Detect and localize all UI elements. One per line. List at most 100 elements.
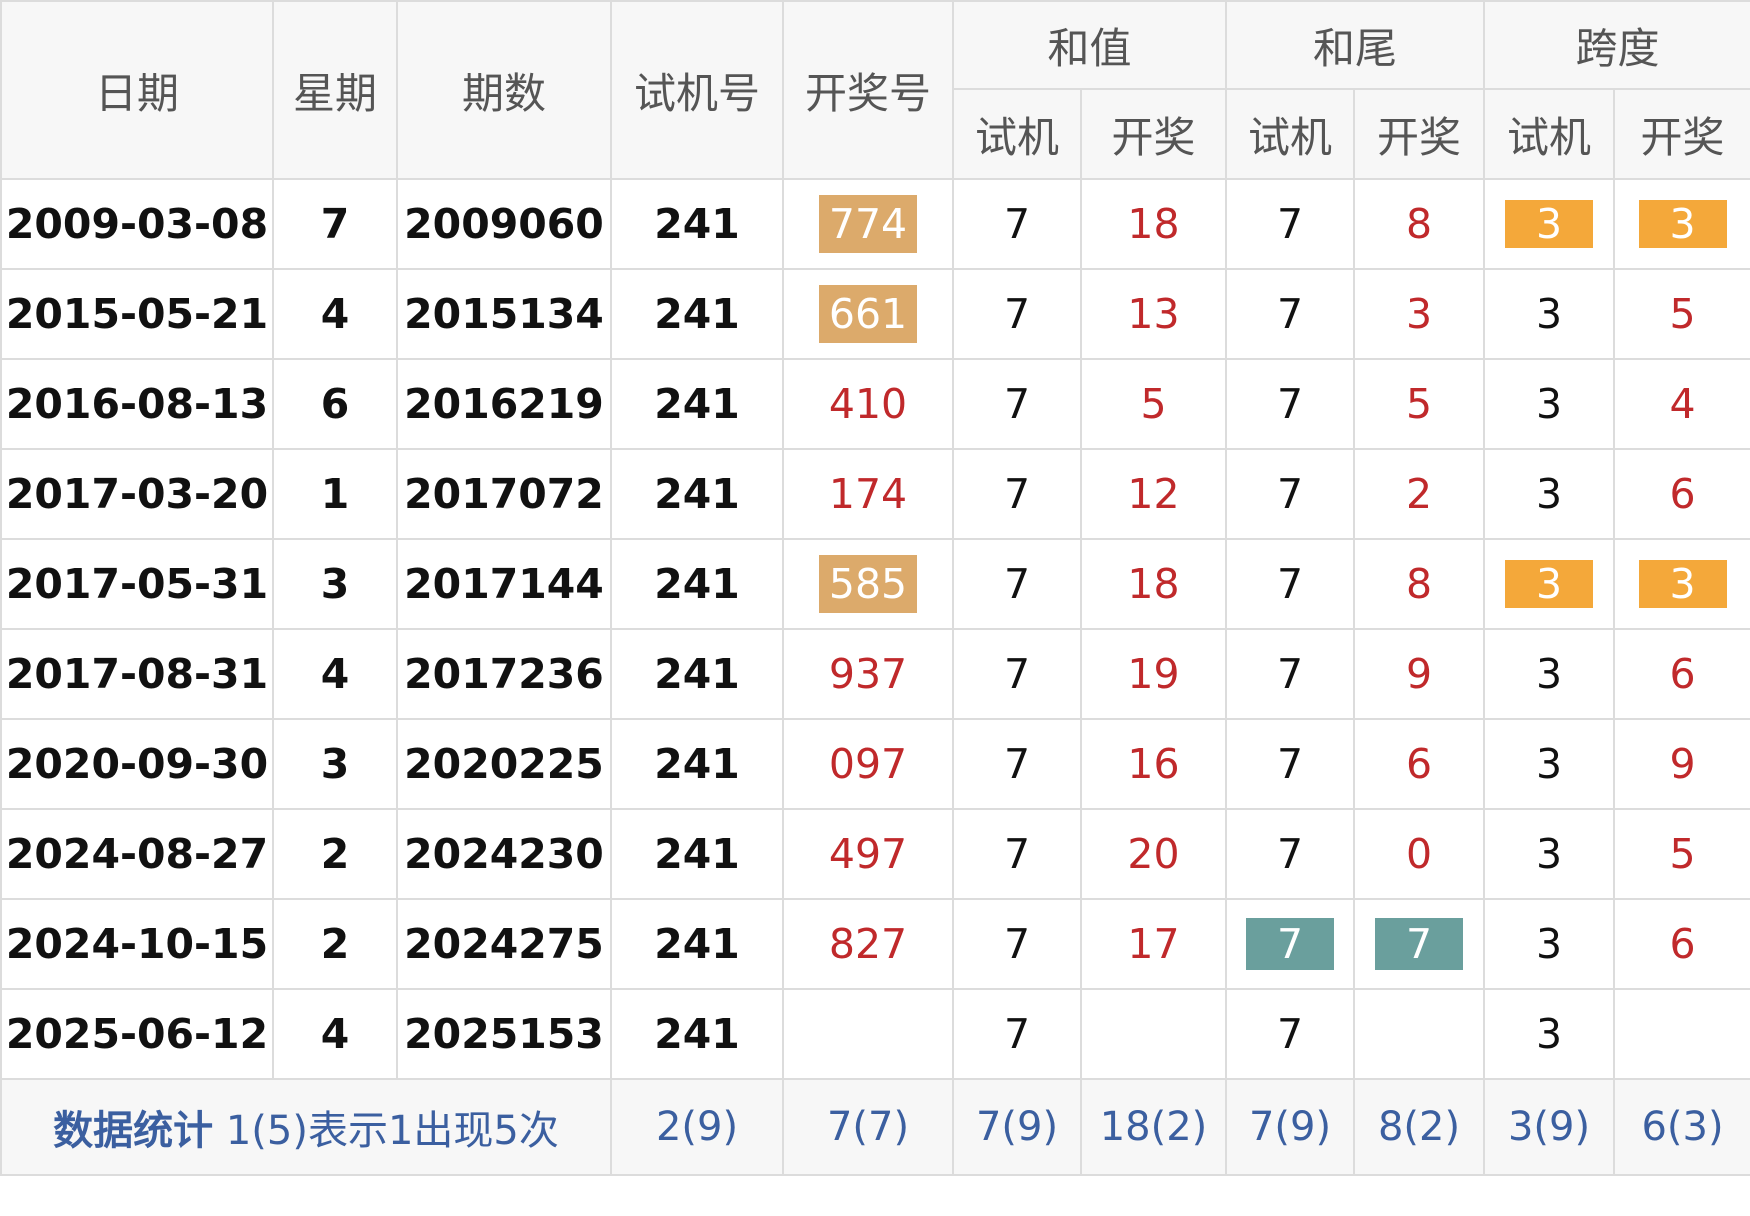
cell-sum-draw: 13 [1079, 268, 1228, 360]
stats-draw: 7(7) [782, 1078, 954, 1176]
cell-sum-draw: 18 [1079, 538, 1228, 630]
cell-span-draw: 6 [1613, 448, 1750, 540]
cell-span-draw: 9 [1613, 718, 1750, 810]
cell-trial-number: 241 [610, 178, 784, 270]
cell-draw-number: 585 [782, 538, 954, 630]
header-week: 星期 [272, 0, 398, 180]
stats-sum-draw: 18(2) [1079, 1078, 1228, 1176]
stats-note: 1(5)表示1出现5次 [225, 1108, 559, 1154]
cell-span-draw: 3 [1613, 538, 1750, 630]
cell-date: 2017-03-20 [0, 448, 274, 540]
cell-tail-trial: 7 [1225, 988, 1356, 1080]
history-table: 日期 星期 期数 试机号 开奖号 和值 和尾 跨度 试机 开奖 试机 开奖 试机… [0, 0, 1750, 1176]
subheader-tail-trial: 试机 [1225, 88, 1356, 180]
cell-draw-number-highlight: 774 [818, 195, 918, 253]
cell-week: 3 [272, 538, 398, 630]
subheader-span-draw: 开奖 [1613, 88, 1750, 180]
cell-trial-number: 241 [610, 448, 784, 540]
cell-span-draw: 5 [1613, 268, 1750, 360]
table-footer: 数据统计 1(5)表示1出现5次 2(9) 7(7) 7(9) 18(2) 7(… [0, 1078, 1750, 1176]
stats-tail-trial: 7(9) [1225, 1078, 1356, 1176]
cell-span-draw [1613, 988, 1750, 1080]
cell-sum-draw: 18 [1079, 178, 1228, 270]
cell-span-draw-highlight: 3 [1638, 200, 1727, 248]
cell-span-trial: 3 [1483, 718, 1616, 810]
cell-date: 2015-05-21 [0, 268, 274, 360]
cell-span-draw: 4 [1613, 358, 1750, 450]
cell-span-trial: 3 [1483, 988, 1616, 1080]
cell-sum-trial: 7 [952, 718, 1082, 810]
cell-tail-trial: 7 [1225, 358, 1356, 450]
stats-cell: 数据统计 1(5)表示1出现5次 [0, 1078, 612, 1176]
cell-trial-number: 241 [610, 268, 784, 360]
cell-trial-number: 241 [610, 898, 784, 990]
stats-label: 数据统计 [53, 1108, 214, 1154]
cell-tail-draw: 6 [1353, 718, 1486, 810]
cell-span-draw: 6 [1613, 898, 1750, 990]
cell-tail-draw-highlight: 7 [1375, 918, 1464, 970]
cell-trial-number: 241 [610, 358, 784, 450]
cell-tail-draw: 9 [1353, 628, 1486, 720]
cell-trial-number: 241 [610, 718, 784, 810]
cell-span-trial: 3 [1483, 898, 1616, 990]
cell-span-draw-highlight: 3 [1638, 560, 1727, 608]
cell-sum-trial: 7 [952, 268, 1082, 360]
cell-tail-trial: 7 [1225, 448, 1356, 540]
table-row: 2025-06-12 4 2025153 241 7 7 3 [0, 988, 1750, 1080]
cell-week: 2 [272, 898, 398, 990]
cell-draw-number-highlight: 585 [818, 555, 918, 613]
cell-span-trial: 3 [1483, 448, 1616, 540]
cell-issue: 2024230 [396, 808, 612, 900]
cell-sum-trial: 7 [952, 538, 1082, 630]
cell-week: 4 [272, 268, 398, 360]
table-row: 2015-05-21 4 2015134 241 661 7 13 7 3 3 5 [0, 268, 1750, 360]
cell-issue: 2017236 [396, 628, 612, 720]
cell-span-draw: 6 [1613, 628, 1750, 720]
cell-span-trial: 3 [1483, 808, 1616, 900]
header-sum-tail: 和尾 [1225, 0, 1486, 90]
cell-sum-draw: 16 [1079, 718, 1228, 810]
cell-tail-trial: 7 [1225, 538, 1356, 630]
cell-sum-trial: 7 [952, 628, 1082, 720]
cell-date: 2009-03-08 [0, 178, 274, 270]
cell-date: 2016-08-13 [0, 358, 274, 450]
cell-trial-number: 241 [610, 988, 784, 1080]
table-row: 2017-03-20 1 2017072 241 174 7 12 7 2 3 6 [0, 448, 1750, 540]
table-row: 2016-08-13 6 2016219 241 410 7 5 7 5 3 4 [0, 358, 1750, 450]
cell-issue: 2015134 [396, 268, 612, 360]
cell-sum-trial: 7 [952, 448, 1082, 540]
subheader-sum-draw: 开奖 [1079, 88, 1228, 180]
header-date: 日期 [0, 0, 274, 180]
cell-week: 1 [272, 448, 398, 540]
cell-draw-number: 774 [782, 178, 954, 270]
cell-tail-draw: 2 [1353, 448, 1486, 540]
cell-sum-trial: 7 [952, 988, 1082, 1080]
cell-date: 2024-08-27 [0, 808, 274, 900]
table-header: 日期 星期 期数 试机号 开奖号 和值 和尾 跨度 试机 开奖 试机 开奖 试机… [0, 0, 1750, 180]
cell-trial-number: 241 [610, 808, 784, 900]
cell-trial-number: 241 [610, 628, 784, 720]
cell-tail-trial: 7 [1225, 898, 1356, 990]
table-row: 2009-03-08 7 2009060 241 774 7 18 7 8 3 3 [0, 178, 1750, 270]
cell-date: 2017-05-31 [0, 538, 274, 630]
cell-tail-draw: 8 [1353, 178, 1486, 270]
cell-draw-number: 410 [782, 358, 954, 450]
cell-sum-draw: 19 [1079, 628, 1228, 720]
table-row: 2024-08-27 2 2024230 241 497 7 20 7 0 3 5 [0, 808, 1750, 900]
cell-sum-draw: 5 [1079, 358, 1228, 450]
cell-draw-number: 937 [782, 628, 954, 720]
cell-span-trial-highlight: 3 [1505, 560, 1594, 608]
cell-tail-draw: 3 [1353, 268, 1486, 360]
cell-week: 4 [272, 628, 398, 720]
table-row: 2020-09-30 3 2020225 241 097 7 16 7 6 3 9 [0, 718, 1750, 810]
cell-tail-draw: 8 [1353, 538, 1486, 630]
cell-draw-number: 174 [782, 448, 954, 540]
cell-draw-number: 497 [782, 808, 954, 900]
cell-sum-trial: 7 [952, 178, 1082, 270]
cell-issue: 2020225 [396, 718, 612, 810]
subheader-span-trial: 试机 [1483, 88, 1616, 180]
cell-span-trial: 3 [1483, 268, 1616, 360]
header-trial-number: 试机号 [610, 0, 784, 180]
stats-span-trial: 3(9) [1483, 1078, 1616, 1176]
cell-date: 2025-06-12 [0, 988, 274, 1080]
